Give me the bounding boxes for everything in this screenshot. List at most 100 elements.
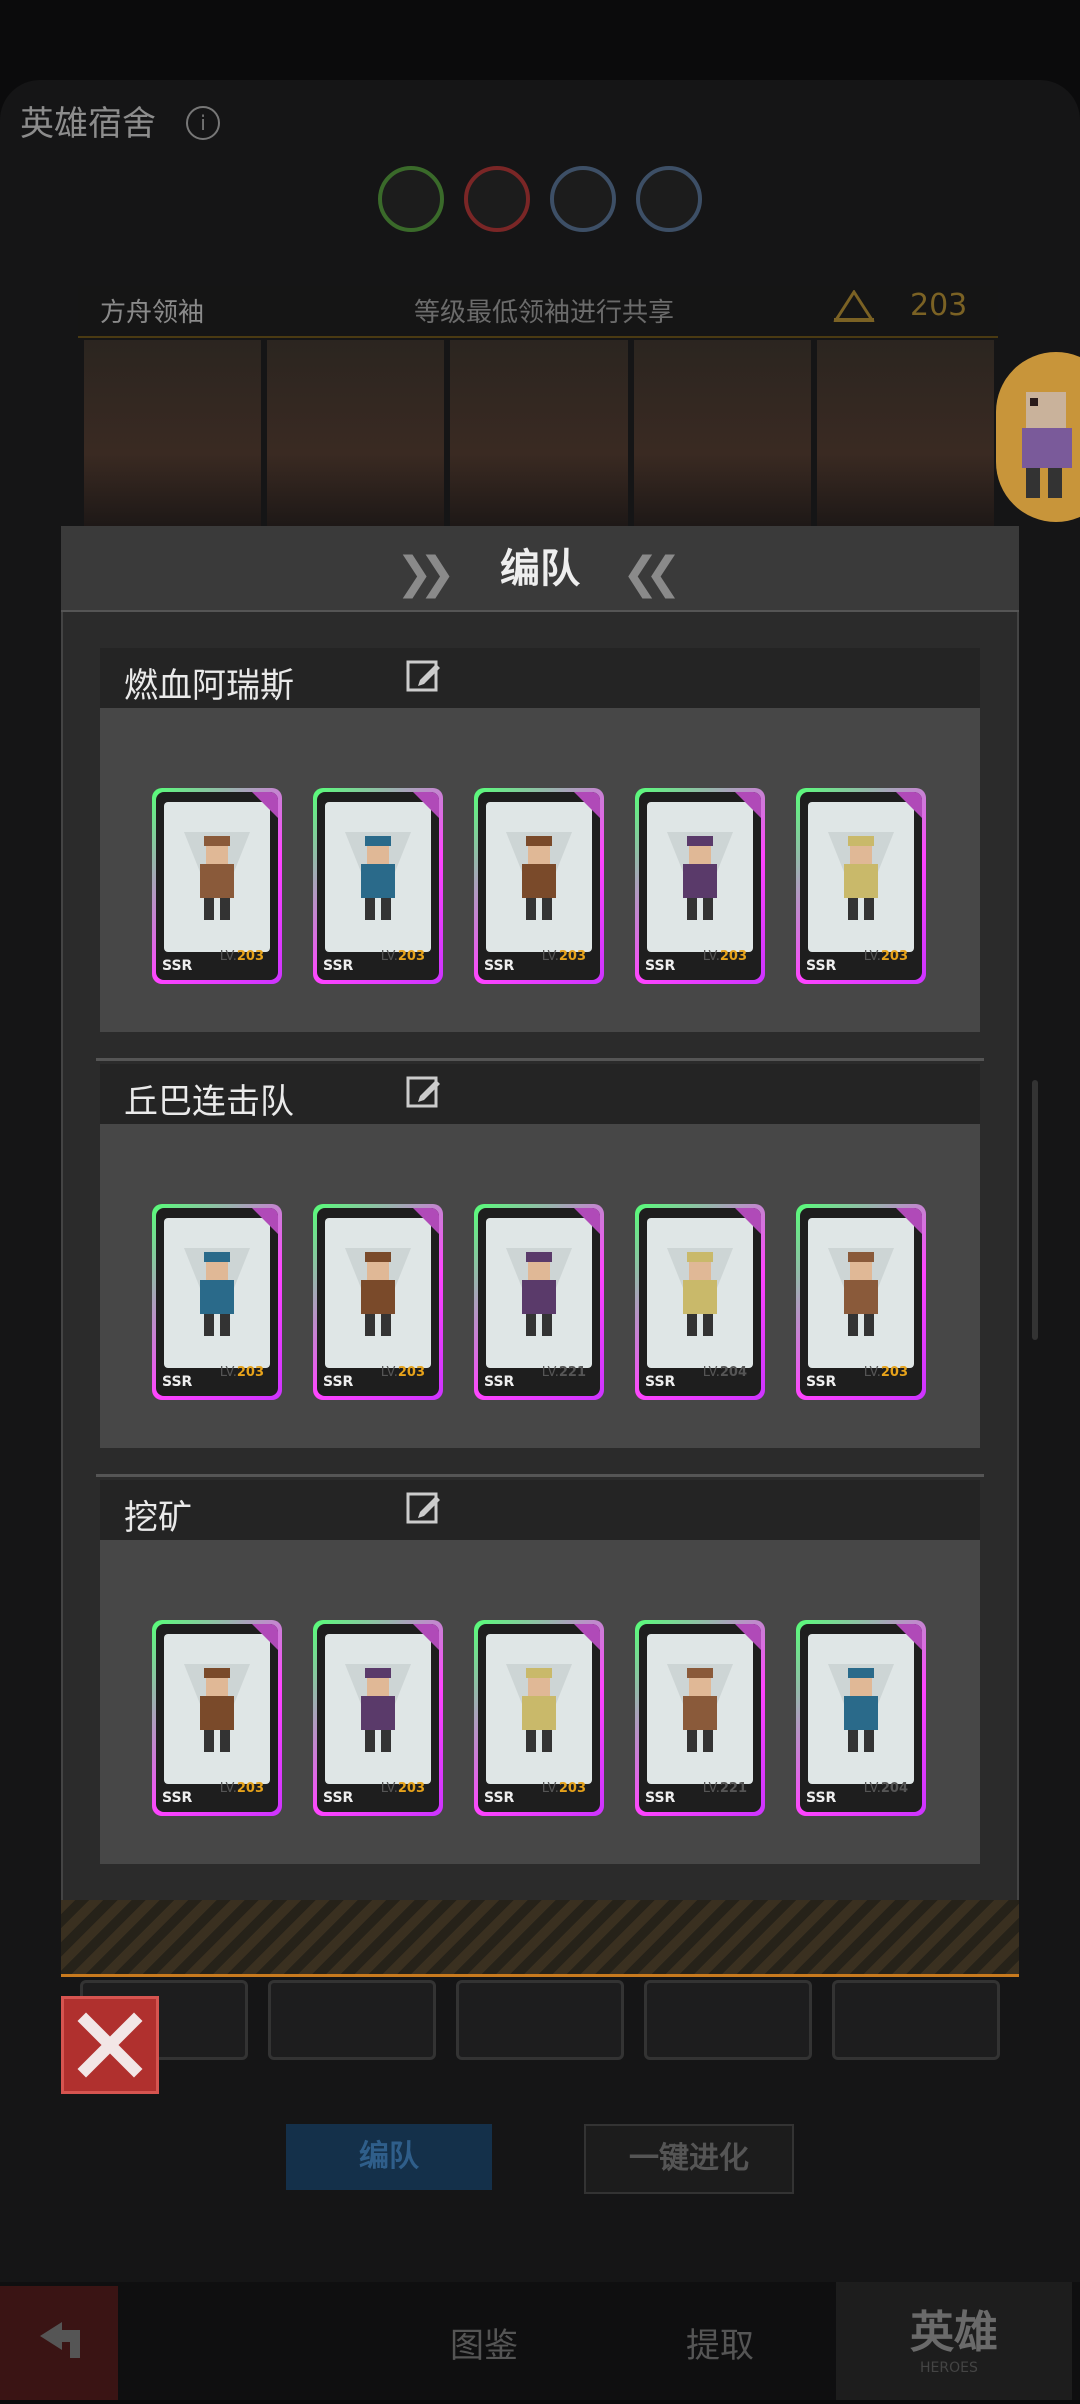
hero-card[interactable]: SSR LV.203 <box>796 788 926 984</box>
hero-portrait <box>816 340 995 530</box>
hero-card <box>644 1980 812 2060</box>
level-prefix: LV. <box>380 1781 398 1796</box>
card-corner <box>735 792 761 818</box>
hero-sprite <box>647 802 753 952</box>
card-corner <box>574 1624 600 1650</box>
hero-card <box>456 1980 624 2060</box>
divider <box>96 1474 984 1477</box>
hero-card[interactable]: SSR LV.203 <box>474 1620 604 1816</box>
hero-card[interactable]: SSR LV.203 <box>474 788 604 984</box>
hero-card[interactable]: SSR LV.203 <box>313 1620 443 1816</box>
chevron-left-icon: ❮❮ <box>622 548 682 599</box>
hero-card[interactable]: SSR LV.221 <box>635 1620 765 1816</box>
level-prefix: LV. <box>863 1781 881 1796</box>
level-value: 203 <box>719 949 747 964</box>
card-corner <box>252 792 278 818</box>
hero-card-frame: SSR LV.203 <box>156 792 278 980</box>
team-section: 燃血阿瑞斯 SSR LV.203 SSR LV.203 SSR LV.203 SSR LV.2… <box>100 648 980 1032</box>
hero-card-frame: SSR LV.204 <box>639 1208 761 1396</box>
hero-card <box>832 1980 1000 2060</box>
hero-card[interactable]: SSR LV.203 <box>152 1204 282 1400</box>
hero-card <box>268 1980 436 2060</box>
card-corner <box>574 792 600 818</box>
level-value: 204 <box>719 1365 747 1380</box>
close-icon <box>77 2012 143 2078</box>
edit-icon[interactable] <box>406 658 442 694</box>
hero-card[interactable]: SSR LV.204 <box>796 1620 926 1816</box>
one-click-evolve-button[interactable]: 一键进化 <box>584 2124 794 2194</box>
hero-portrait <box>267 340 445 530</box>
hero-card[interactable]: SSR LV.221 <box>474 1204 604 1400</box>
team-header: 燃血阿瑞斯 <box>100 648 980 708</box>
avatar[interactable] <box>996 352 1080 522</box>
background-card-row <box>80 1980 1000 2060</box>
back-arrow-icon <box>40 2322 80 2358</box>
team-header: 丘巴连击队 <box>100 1064 980 1124</box>
hero-card[interactable]: SSR LV.203 <box>313 788 443 984</box>
hero-sprite <box>164 802 270 952</box>
level-label: LV.203 <box>381 1365 425 1380</box>
info-icon[interactable]: i <box>186 106 220 140</box>
level-icon <box>833 290 875 322</box>
level-label: LV.203 <box>542 1781 586 1796</box>
card-corner <box>896 1624 922 1650</box>
level-value: 203 <box>236 949 264 964</box>
hero-card[interactable]: SSR LV.203 <box>313 1204 443 1400</box>
back-button[interactable] <box>0 2286 118 2400</box>
edit-icon[interactable] <box>406 1074 442 1110</box>
hero-sprite <box>164 1218 270 1368</box>
hero-sprite <box>486 802 592 952</box>
nav-extract[interactable]: 提取 <box>686 2318 754 2367</box>
modal-footer-stripe <box>61 1900 1019 1977</box>
hero-sprite <box>325 1218 431 1368</box>
hero-card[interactable]: SSR LV.204 <box>635 1204 765 1400</box>
rarity-label: SSR <box>484 958 515 974</box>
level-prefix: LV. <box>541 1781 559 1796</box>
hero-sprite <box>808 1218 914 1368</box>
hero-card-frame: SSR LV.203 <box>156 1624 278 1812</box>
team-card-row: SSR LV.203 SSR LV.203 SSR LV.203 SSR LV.203 SSR L… <box>100 708 980 1032</box>
formation-tab-button[interactable]: 编队 <box>286 2124 492 2190</box>
level-label: LV.204 <box>864 1781 908 1796</box>
level-prefix: LV. <box>219 949 237 964</box>
wing-buff-icon[interactable] <box>636 166 702 232</box>
rarity-label: SSR <box>484 1790 515 1806</box>
level-prefix: LV. <box>219 1365 237 1380</box>
scrollbar[interactable] <box>1032 1080 1038 1340</box>
team-name: 挖矿 <box>124 1498 192 1538</box>
nav-catalog[interactable]: 图鉴 <box>450 2318 518 2367</box>
edit-icon[interactable] <box>406 1490 442 1526</box>
close-button[interactable] <box>61 1996 159 2094</box>
rarity-label: SSR <box>162 1374 193 1390</box>
rarity-label: SSR <box>806 958 837 974</box>
hero-portrait <box>633 340 811 530</box>
level-label: LV.203 <box>220 1365 264 1380</box>
level-value: 204 <box>880 1781 908 1796</box>
rarity-label: SSR <box>484 1374 515 1390</box>
team-section: 丘巴连击队 SSR LV.203 SSR LV.203 SSR LV.221 SSR LV.2… <box>100 1064 980 1448</box>
level-prefix: LV. <box>702 1781 720 1796</box>
level-value: 203 <box>880 1365 908 1380</box>
leader-description: 等级最低领袖进行共享 <box>414 298 675 328</box>
hero-card-frame: SSR LV.203 <box>317 1208 439 1396</box>
leader-name: 方舟领袖 <box>100 298 205 328</box>
hero-card[interactable]: SSR LV.203 <box>152 1620 282 1816</box>
hero-card[interactable]: SSR LV.203 <box>152 788 282 984</box>
level-prefix: LV. <box>702 1365 720 1380</box>
shield-buff-icon[interactable] <box>550 166 616 232</box>
sword-buff-icon[interactable] <box>464 166 530 232</box>
level-value: 203 <box>558 1781 586 1796</box>
hero-card[interactable]: SSR LV.203 <box>635 788 765 984</box>
modal-title: 编队 <box>500 546 580 592</box>
page-title: 英雄宿舍 <box>20 104 156 144</box>
level-value: 203 <box>397 949 425 964</box>
hero-card[interactable]: SSR LV.203 <box>796 1204 926 1400</box>
divider <box>96 1058 984 1061</box>
level-prefix: LV. <box>702 949 720 964</box>
hero-card-frame: SSR LV.203 <box>800 1208 922 1396</box>
card-corner <box>252 1208 278 1234</box>
heart-buff-icon[interactable] <box>378 166 444 232</box>
hero-card-frame: SSR LV.221 <box>478 1208 600 1396</box>
hero-card-frame: SSR LV.203 <box>317 1624 439 1812</box>
hero-sprite <box>325 802 431 952</box>
